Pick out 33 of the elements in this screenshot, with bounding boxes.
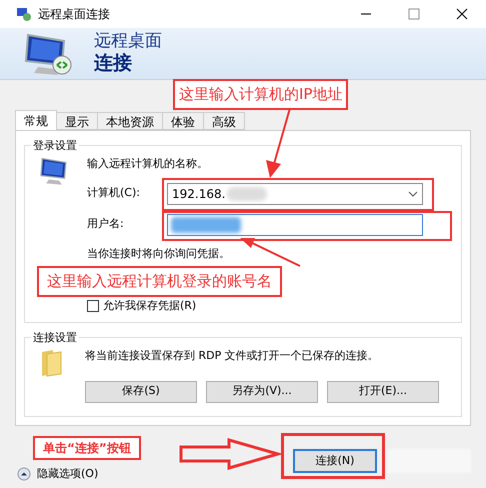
- window-title: 远程桌面连接: [38, 6, 110, 23]
- tab[interactable]: 本地资源: [98, 112, 163, 130]
- tab[interactable]: 体验: [163, 112, 204, 130]
- blurred-text: [227, 186, 268, 200]
- annotation-label: 这里输入计算机的IP地址: [173, 79, 348, 110]
- computer-field[interactable]: 192.168.: [167, 182, 423, 204]
- note-text: 当你连接时将向你询问凭据。: [87, 246, 230, 262]
- description-text: 将当前连接设置保存到 RDP 文件或打开一个已保存的连接。: [85, 348, 380, 364]
- tab[interactable]: 高级: [204, 112, 245, 130]
- maximize-icon[interactable]: [408, 8, 420, 20]
- annotation-arrow: [266, 108, 291, 178]
- dialog-button[interactable]: 另存为(V)...: [206, 380, 318, 402]
- annotation-arrow: [240, 238, 300, 267]
- chevron-icon: [408, 190, 418, 196]
- save-credentials-checkbox[interactable]: 允许我保存凭据(R): [87, 298, 196, 314]
- close-icon[interactable]: [456, 8, 468, 20]
- annotation-label: 这里输入远程计算机登录的账号名: [37, 266, 282, 296]
- tab[interactable]: 常规: [15, 110, 57, 130]
- dialog-button[interactable]: 打开(E)...: [327, 380, 439, 402]
- dialog-button[interactable]: 保存(S): [85, 380, 197, 402]
- prompt-text: 输入远程计算机的名称。: [87, 156, 209, 172]
- tab[interactable]: 显示: [57, 112, 98, 130]
- app-icon: [16, 7, 32, 21]
- banner-subtitle: 远程桌面: [94, 31, 162, 52]
- banner-title: 连接: [94, 52, 133, 76]
- annotation-label: 单击“连接”按钮: [33, 436, 141, 460]
- collapse-icon[interactable]: [17, 467, 31, 482]
- hide-options-link[interactable]: 隐藏选项(O): [37, 466, 98, 482]
- blurred-text: [171, 216, 241, 232]
- field-label: 用户名:: [87, 216, 125, 232]
- username-field[interactable]: [167, 214, 423, 236]
- connect-button[interactable]: 连接(N): [293, 449, 377, 474]
- field-label: 计算机(C):: [87, 185, 141, 202]
